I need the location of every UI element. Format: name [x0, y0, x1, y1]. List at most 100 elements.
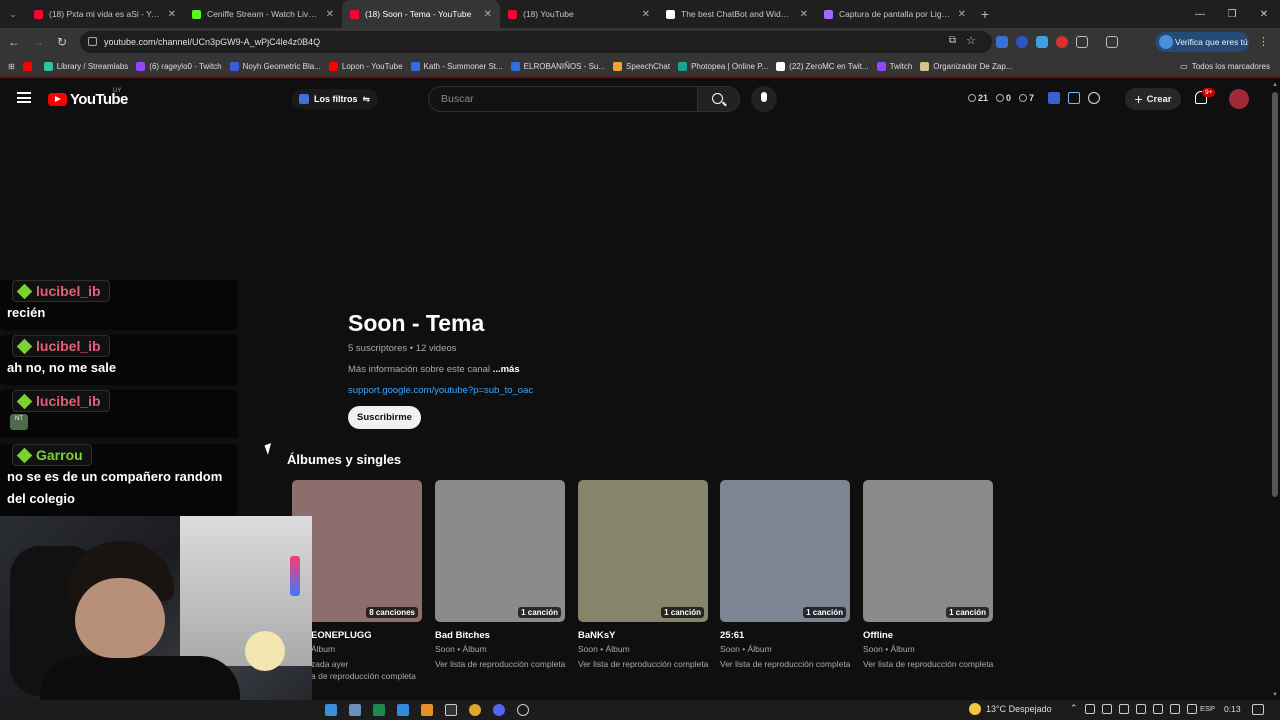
album-title[interactable]: Offline	[863, 630, 993, 641]
back-button[interactable]: ←	[2, 28, 26, 56]
browser-menu-icon[interactable]: ⋮	[1258, 35, 1269, 48]
filter-ext-icon[interactable]	[1048, 92, 1060, 104]
profile-verify-button[interactable]: Verifica que eres tú	[1155, 32, 1249, 52]
bookmark-item[interactable]: Organizador De Zap...	[920, 61, 1012, 71]
browser-tab[interactable]: (18) Soon - Tema - YouTube ✕	[342, 0, 500, 28]
notification-center-icon[interactable]	[1252, 704, 1264, 715]
reload-button[interactable]: ↻	[50, 28, 74, 56]
site-info-icon[interactable]	[88, 37, 97, 46]
browser-tab[interactable]: Captura de pantalla por Lightsh ✕	[816, 0, 974, 28]
bookmark-item[interactable]: Photopea | Online P...	[678, 61, 768, 71]
tab-close-icon[interactable]: ✕	[168, 9, 176, 20]
bookmark-item[interactable]: Noyh Geometric Bla...	[229, 61, 321, 71]
language-indicator[interactable]: ESP	[1200, 704, 1215, 713]
channel-external-link[interactable]: support.google.com/youtube?p=sub_to_oac	[348, 385, 533, 396]
stat-history[interactable]: 21	[968, 93, 988, 103]
taskbar-clock[interactable]: 0:13	[1224, 704, 1241, 714]
extension-icon-2[interactable]	[1016, 36, 1028, 48]
page-scrollbar[interactable]: ▲ ▼	[1270, 80, 1280, 700]
scroll-up-arrow[interactable]: ▲	[1272, 82, 1278, 88]
bookmark-star-icon[interactable]: ☆	[966, 34, 976, 47]
tab-close-icon[interactable]: ✕	[800, 9, 808, 20]
tab-search-button[interactable]: ⌄	[0, 0, 26, 28]
album-thumbnail[interactable]: 1 canción	[720, 480, 850, 622]
reading-list-icon[interactable]	[1106, 36, 1118, 48]
trophy-icon[interactable]	[1088, 92, 1100, 104]
album-playlist-link[interactable]: Ver lista de reproducción completa	[435, 659, 565, 669]
albums-section-title[interactable]: Álbumes y singles	[287, 452, 401, 467]
bookmark-item[interactable]: Twitch	[876, 61, 912, 71]
excel-app-icon[interactable]	[373, 704, 385, 716]
vscode-app-icon[interactable]	[397, 704, 409, 716]
discord-app-icon[interactable]	[493, 704, 505, 716]
album-thumbnail[interactable]: 1 canción	[578, 480, 708, 622]
hamburger-menu-icon[interactable]	[17, 92, 31, 103]
maximize-button[interactable]: ❐	[1216, 0, 1248, 28]
all-bookmarks-button[interactable]: ▭ Todos los marcadores	[1180, 62, 1270, 71]
weather-widget[interactable]: 13°C Despejado	[969, 703, 1052, 715]
files-app-icon[interactable]	[349, 704, 361, 716]
create-button[interactable]: + Crear	[1125, 88, 1181, 110]
omnibox[interactable]: youtube.com/channel/UCn3pGW9-A_wPjC4le4z…	[80, 31, 992, 53]
tab-close-icon[interactable]: ✕	[326, 9, 334, 20]
album-card[interactable]: 1 canción 25:61 Soon • Álbum Ver lista de r…	[720, 480, 850, 669]
extensions-puzzle-icon[interactable]	[1076, 36, 1088, 48]
minimize-button[interactable]: —	[1184, 0, 1216, 28]
forward-button[interactable]: →	[26, 28, 50, 56]
extension-icon-3[interactable]	[1036, 36, 1048, 48]
browser-tab[interactable]: The best ChatBot and Widgets ✕	[658, 0, 816, 28]
bookmark-item[interactable]: Kath - Summoner St...	[410, 61, 503, 71]
stat-views[interactable]: 0	[996, 93, 1011, 103]
explorer-app-icon[interactable]	[325, 704, 337, 716]
search-button[interactable]	[698, 86, 740, 112]
tray-icon[interactable]	[1101, 703, 1112, 714]
close-window-button[interactable]: ✕	[1248, 0, 1280, 28]
tab-close-icon[interactable]: ✕	[642, 9, 650, 20]
album-thumbnail[interactable]: 1 canción	[435, 480, 565, 622]
bookmark-item[interactable]: (6) rageylo0 - Twitch	[136, 61, 222, 71]
extension-icon-1[interactable]	[996, 36, 1008, 48]
album-playlist-link[interactable]: Ver lista de reproducción completa	[578, 659, 708, 669]
youtube-logo[interactable]: YouTube UY	[48, 88, 128, 108]
bookmark-item[interactable]: ELROBANIÑOS - Su...	[510, 61, 605, 71]
bookmark-item[interactable]	[22, 61, 36, 71]
tab-close-icon[interactable]: ✕	[958, 9, 966, 20]
bookmark-item[interactable]: Library / Streamlabs	[43, 61, 128, 71]
app-icon-orange[interactable]	[421, 704, 433, 716]
tray-chevron-icon[interactable]: ⌃	[1070, 703, 1078, 714]
album-card[interactable]: 1 canción Offline Soon • Álbum Ver lista de…	[863, 480, 993, 669]
browser-tab[interactable]: (18) YouTube ✕	[500, 0, 658, 28]
tray-icon[interactable]	[1084, 703, 1095, 714]
search-input[interactable]: Buscar	[428, 86, 698, 112]
album-playlist-link[interactable]: Ver lista de reproducción completa	[720, 659, 850, 669]
bookmark-item[interactable]: SpeechChat	[613, 61, 670, 71]
account-avatar[interactable]	[1229, 89, 1249, 109]
tray-icon[interactable]	[1118, 703, 1129, 714]
album-card[interactable]: 1 canción BaNKsY Soon • Álbum Ver lista de …	[578, 480, 708, 669]
extension-icon-4[interactable]	[1056, 36, 1068, 48]
tray-icon[interactable]	[1152, 703, 1163, 714]
scrollbar-thumb[interactable]	[1272, 92, 1278, 497]
volume-icon[interactable]	[1186, 703, 1197, 714]
app-icon-gear[interactable]	[517, 704, 529, 716]
filters-button[interactable]: Los filtros ⇋	[292, 89, 379, 109]
browser-tab[interactable]: (18) Pxta mi vida es aSi - YouTu ✕	[26, 0, 184, 28]
obs-app-icon[interactable]	[445, 704, 457, 716]
bookmark-item[interactable]: Lopon - YouTube	[328, 61, 403, 71]
tab-close-icon[interactable]: ✕	[484, 9, 492, 20]
subscribe-button[interactable]: Suscribirme	[348, 406, 421, 429]
tray-icon[interactable]	[1169, 703, 1180, 714]
album-title[interactable]: 25:61	[720, 630, 850, 641]
album-title[interactable]: Bad Bitches	[435, 630, 565, 641]
browser-tab[interactable]: Ceniffe Stream - Watch Live on K ✕	[184, 0, 342, 28]
album-card[interactable]: 1 canción Bad Bitches Soon • Álbum Ver list…	[435, 480, 565, 669]
stat-watched[interactable]: 7	[1019, 93, 1034, 103]
tray-icon[interactable]	[1135, 703, 1146, 714]
voice-search-button[interactable]	[751, 86, 777, 112]
list-ext-icon[interactable]	[1068, 92, 1080, 104]
album-thumbnail[interactable]: 1 canción	[863, 480, 993, 622]
bookmark-item[interactable]: (22) ZeroMC en Twit...	[776, 61, 869, 71]
install-app-icon[interactable]: ⧉	[949, 35, 956, 46]
chrome-app-icon[interactable]	[469, 704, 481, 716]
channel-more-info[interactable]: Más información sobre este canal ...más	[348, 364, 520, 375]
